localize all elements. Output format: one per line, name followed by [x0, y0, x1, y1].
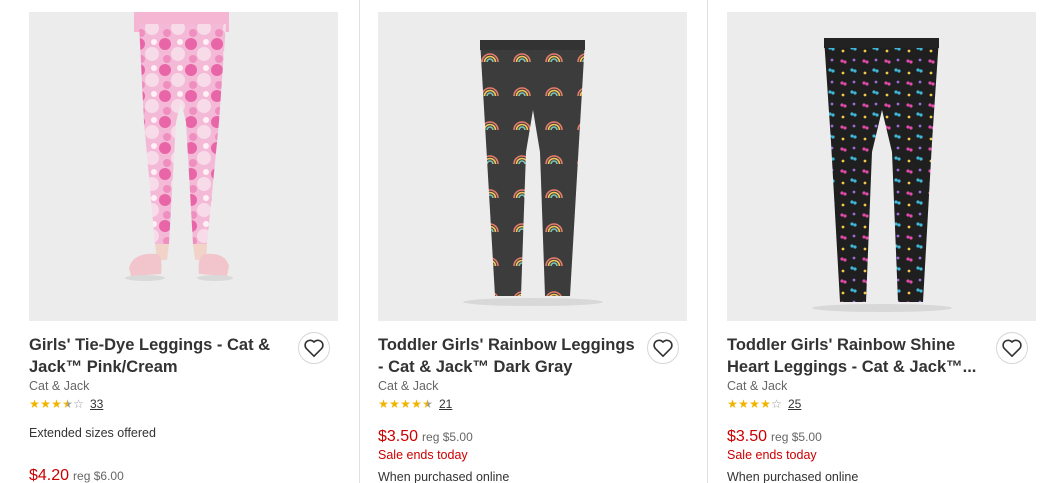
heart-outline-icon [653, 339, 673, 357]
product-image[interactable] [727, 12, 1036, 321]
tie-dye-leggings-photo [29, 12, 338, 321]
sale-ends-label: Sale ends today [727, 448, 817, 462]
star-icon: ★ [378, 397, 389, 411]
price-line: $4.20 reg $6.00 [29, 467, 124, 483]
current-price: $4.20 [29, 467, 70, 483]
product-title[interactable]: Toddler Girls' Rainbow Shine Heart Leggi… [727, 334, 989, 378]
product-brand[interactable]: Cat & Jack [29, 379, 89, 393]
favorite-button[interactable] [647, 332, 679, 364]
review-count-link[interactable]: 33 [90, 397, 103, 411]
regular-price: reg $5.00 [422, 430, 473, 444]
product-brand[interactable]: Cat & Jack [378, 379, 438, 393]
product-card: Toddler Girls' Rainbow Shine Heart Leggi… [727, 12, 1037, 483]
product-card: Toddler Girls' Rainbow Leggings - Cat & … [378, 12, 688, 483]
star-icon: ★ [29, 397, 40, 411]
star-icon: ★ [749, 397, 760, 411]
price-line: $3.50 reg $5.00 [727, 428, 822, 446]
review-count-link[interactable]: 25 [788, 397, 801, 411]
star-rating: ★ ★ ★ ★ ☆ [727, 397, 782, 411]
rating: ★ ★ ★ ★ ★ 21 [378, 396, 452, 412]
purchase-condition: When purchased online [727, 470, 859, 483]
star-icon: ☆ [771, 397, 782, 411]
regular-price: reg $6.00 [73, 469, 124, 483]
heart-outline-icon [304, 339, 324, 357]
star-icon: ★ [51, 397, 62, 411]
product-brand[interactable]: Cat & Jack [727, 379, 787, 393]
sale-ends-label: Sale ends today [378, 448, 468, 462]
star-icon: ★ [727, 397, 738, 411]
star-icon: ★ [738, 397, 749, 411]
star-rating: ★ ★ ★ ★ ★ [378, 397, 433, 411]
regular-price: reg $5.00 [771, 430, 822, 444]
star-icon: ★ [40, 397, 51, 411]
current-price: $3.50 [727, 428, 768, 445]
price-line: $3.50 reg $5.00 [378, 428, 473, 446]
rating: ★ ★ ★ ★ ☆ 25 [727, 396, 801, 412]
product-title[interactable]: Girls' Tie-Dye Leggings - Cat & Jack™ Pi… [29, 334, 291, 378]
column-divider [359, 0, 360, 483]
product-image[interactable] [378, 12, 687, 321]
favorite-button[interactable] [996, 332, 1028, 364]
current-price: $3.50 [378, 428, 419, 445]
star-rating: ★ ★ ★ ★ ☆ [29, 397, 84, 411]
favorite-button[interactable] [298, 332, 330, 364]
rainbow-leggings-photo [378, 12, 687, 321]
star-icon: ★ [411, 397, 422, 411]
heart-outline-icon [1002, 339, 1022, 357]
rating: ★ ★ ★ ★ ☆ 33 [29, 396, 103, 412]
product-image[interactable] [29, 12, 338, 321]
star-icon: ☆ [73, 397, 84, 411]
star-icon: ★ [760, 397, 771, 411]
product-title[interactable]: Toddler Girls' Rainbow Leggings - Cat & … [378, 334, 640, 378]
heart-leggings-photo [727, 12, 1036, 321]
extended-sizes-note: Extended sizes offered [29, 426, 156, 440]
star-icon: ★ [389, 397, 400, 411]
star-icon: ★ [62, 397, 73, 411]
product-card: Girls' Tie-Dye Leggings - Cat & Jack™ Pi… [29, 12, 339, 483]
star-icon: ★ [422, 397, 433, 411]
review-count-link[interactable]: 21 [439, 397, 452, 411]
column-divider [707, 0, 708, 483]
product-grid: Girls' Tie-Dye Leggings - Cat & Jack™ Pi… [0, 0, 1046, 483]
purchase-condition: When purchased online [378, 470, 510, 483]
star-icon: ★ [400, 397, 411, 411]
